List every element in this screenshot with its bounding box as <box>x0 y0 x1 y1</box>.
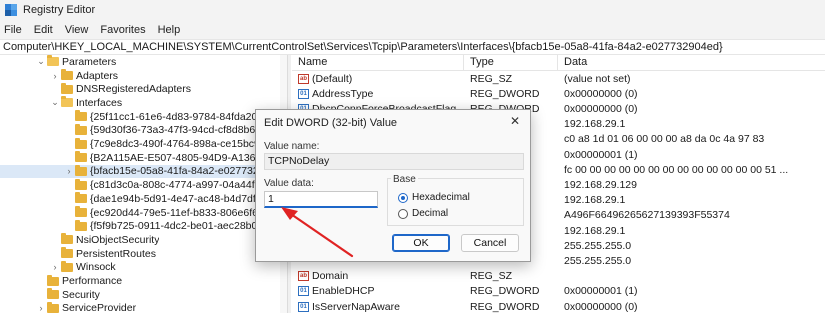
tree-item-performance[interactable]: Performance <box>0 274 287 288</box>
folder-icon <box>75 192 87 204</box>
ok-button[interactable]: OK <box>392 234 450 252</box>
radio-unselected-icon <box>398 208 408 219</box>
radio-selected-icon <box>398 192 408 203</box>
tree-item-interface-guid[interactable]: {25f11cc1-61e6-4d83-9784-84fda208737 <box>0 110 287 124</box>
dword-value-icon: 01 <box>298 88 309 99</box>
folder-icon <box>61 247 73 259</box>
tree-item-interface-guid[interactable]: {c81d3c0a-808c-4774-a997-04a44fe32f8 <box>0 178 287 192</box>
tree-item-winsock[interactable]: › Winsock <box>0 260 287 275</box>
menu-help[interactable]: Help <box>158 24 181 36</box>
value-row[interactable]: 01 EnableDHCP REG_DWORD 0x00000001 (1) <box>292 284 825 299</box>
folder-icon <box>61 82 73 94</box>
menu-file[interactable]: File <box>4 24 22 36</box>
column-header-name[interactable]: Name <box>292 55 464 71</box>
chevron-right-icon[interactable]: › <box>64 166 74 176</box>
title-bar: Registry Editor <box>0 0 825 20</box>
tree-item-parameters[interactable]: ⌄ Parameters <box>0 55 287 69</box>
folder-open-icon <box>61 96 73 108</box>
chevron-right-icon[interactable]: › <box>50 262 60 272</box>
tree-item-interface-guid[interactable]: {f5f9b725-0911-4dc2-be01-aec28b01f83 <box>0 219 287 233</box>
value-data-label: Value data: <box>264 178 314 189</box>
folder-icon <box>61 260 73 272</box>
chevron-down-icon[interactable]: ⌄ <box>36 56 46 67</box>
chevron-right-icon[interactable]: › <box>50 71 60 81</box>
tree-item-interface-guid[interactable]: {dae1e94b-5d91-4e47-ac48-b4d7df81a4 <box>0 192 287 206</box>
folder-icon <box>75 123 87 135</box>
tree-item-adapters[interactable]: › Adapters <box>0 69 287 83</box>
menu-edit[interactable]: Edit <box>34 24 53 36</box>
value-row[interactable]: ab (Default) REG_SZ (value not set) <box>292 71 825 86</box>
values-header: Name Type Data <box>292 55 825 71</box>
value-row[interactable]: 01 IsServerNapAware REG_DWORD 0x00000000 … <box>292 299 825 313</box>
tree-item-interface-guid[interactable]: {B2A115AE-E507-4805-94D9-A136FBFC3 <box>0 151 287 165</box>
string-value-icon: ab <box>298 73 309 84</box>
value-name-field: TCPNoDelay <box>264 153 524 170</box>
dialog-title: Edit DWORD (32-bit) Value <box>264 117 398 129</box>
tree-item-serviceprovider[interactable]: › ServiceProvider <box>0 301 287 313</box>
folder-icon <box>75 219 87 231</box>
folder-icon <box>61 69 73 81</box>
folder-icon <box>47 288 59 300</box>
folder-icon <box>75 137 87 149</box>
tree-item-dnsregisteredadapters[interactable]: DNSRegisteredAdapters <box>0 82 287 96</box>
tree-item-interface-guid[interactable]: {7c9e8dc3-490f-4764-898a-ce15bc96149 <box>0 137 287 151</box>
menu-view[interactable]: View <box>65 24 89 36</box>
tree-item-interface-guid[interactable]: {59d30f36-73a3-47f3-94cd-cf8d8b69173 <box>0 123 287 138</box>
cancel-button[interactable]: Cancel <box>461 234 519 252</box>
tree-item-interfaces[interactable]: ⌄ Interfaces <box>0 96 287 110</box>
dword-value-icon: 01 <box>298 286 309 297</box>
column-header-data[interactable]: Data <box>558 55 825 71</box>
string-value-icon: ab <box>298 271 309 282</box>
folder-icon <box>61 233 73 245</box>
folder-icon <box>47 301 59 313</box>
edit-dword-dialog: Edit DWORD (32-bit) Value ✕ Value name: … <box>255 109 531 262</box>
chevron-down-icon[interactable]: ⌄ <box>50 97 60 108</box>
tree-item-nsiobjectsecurity[interactable]: NsiObjectSecurity <box>0 233 287 247</box>
tree-item-security[interactable]: Security <box>0 288 287 302</box>
chevron-right-icon[interactable]: › <box>36 303 46 313</box>
registry-editor-icon <box>5 4 17 16</box>
hexadecimal-radio[interactable]: Hexadecimal <box>398 192 470 203</box>
address-bar[interactable]: Computer\HKEY_LOCAL_MACHINE\SYSTEM\Curre… <box>0 39 825 55</box>
close-icon[interactable]: ✕ <box>508 115 522 129</box>
value-name-label: Value name: <box>264 141 320 152</box>
base-label: Base <box>391 174 418 185</box>
folder-icon <box>47 274 59 286</box>
value-row[interactable]: 01 AddressType REG_DWORD 0x00000000 (0) <box>292 86 825 101</box>
folder-icon <box>75 178 87 190</box>
value-data-input[interactable]: 1 <box>264 191 378 208</box>
column-header-type[interactable]: Type <box>464 55 558 71</box>
folder-icon <box>75 206 87 218</box>
decimal-radio[interactable]: Decimal <box>398 208 448 219</box>
dword-value-icon: 01 <box>298 301 309 312</box>
menu-favorites[interactable]: Favorites <box>100 24 145 36</box>
folder-icon <box>75 164 87 176</box>
menu-bar: File Edit View Favorites Help <box>0 20 825 39</box>
folder-icon <box>74 151 87 163</box>
folder-icon <box>75 110 87 122</box>
tree-item-interface-guid[interactable]: {ec920d44-79e5-11ef-b833-806e6f6e696 <box>0 206 287 220</box>
tree-item-interface-selected[interactable]: › {bfacb15e-05a8-41fa-84a2-e027732904e <box>0 164 287 179</box>
folder-open-icon <box>47 55 59 67</box>
value-row[interactable]: ab Domain REG_SZ <box>292 269 825 284</box>
window-title: Registry Editor <box>23 4 96 16</box>
tree-item-persistentroutes[interactable]: PersistentRoutes <box>0 247 287 261</box>
key-tree: ⌄ Parameters › Adapters DNSRegisteredAda… <box>0 55 287 313</box>
